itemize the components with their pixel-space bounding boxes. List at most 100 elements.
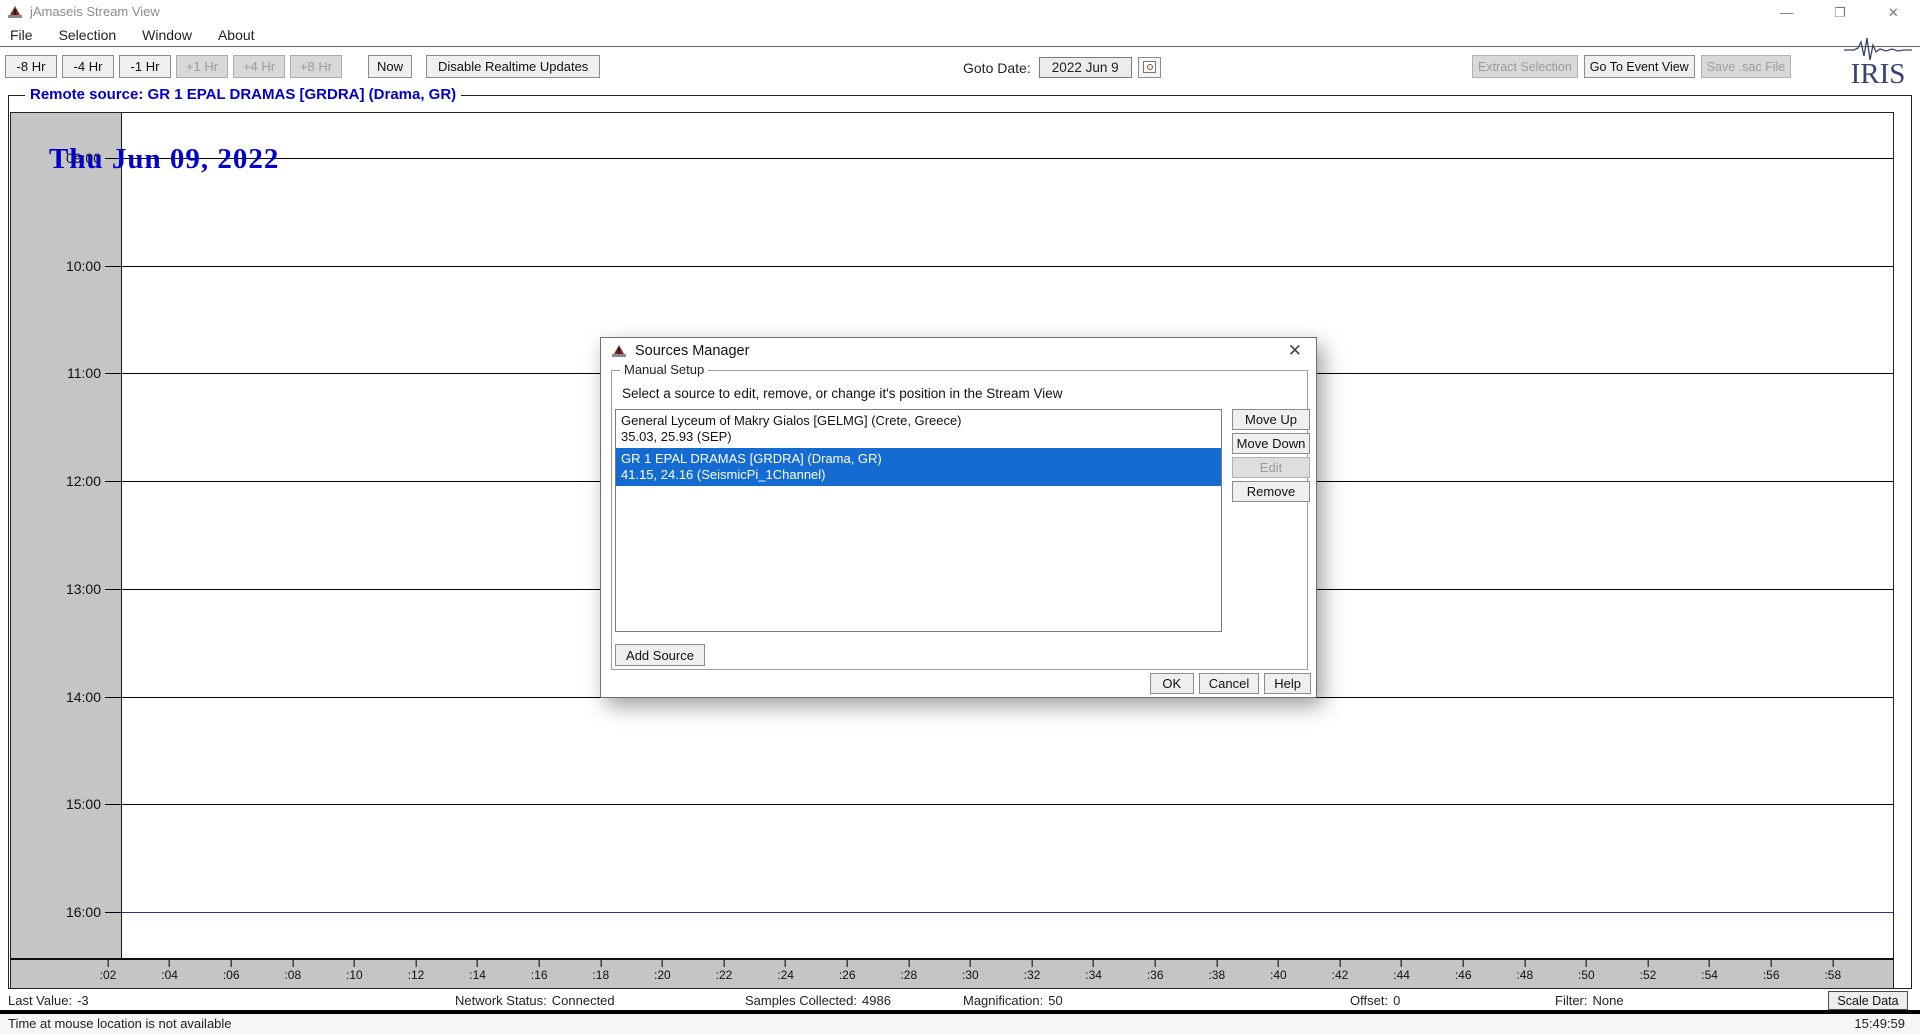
minimize-icon[interactable]: — — [1760, 0, 1813, 26]
list-action-button[interactable]: Remove — [1232, 481, 1310, 502]
dialog-footer-button[interactable]: Cancel — [1199, 673, 1259, 694]
minute-tick: :54 — [1701, 960, 1718, 982]
minute-tick: :40 — [1270, 960, 1287, 982]
scale-data-button[interactable]: Scale Data — [1828, 991, 1908, 1010]
menu-item[interactable]: Selection — [59, 27, 117, 43]
time-nav-button[interactable]: +1 Hr — [176, 55, 228, 78]
list-action-buttons: Move Up Move Down Edit Remove — [1232, 409, 1310, 529]
dialog-footer-button[interactable]: OK — [1150, 673, 1194, 694]
status-item-value: 4986 — [862, 993, 891, 1008]
remote-source-label: Remote source: GR 1 EPAL DRAMAS [GRDRA] … — [25, 86, 461, 103]
goto-date-field[interactable]: 2022 Jun 9 — [1039, 57, 1132, 78]
minute-tick-mark — [416, 960, 417, 967]
minute-tick: :44 — [1393, 960, 1410, 982]
minute-label: :04 — [161, 968, 178, 982]
time-nav-button[interactable]: +4 Hr — [233, 55, 285, 78]
minute-label: :30 — [962, 968, 979, 982]
iris-logo-text: IRIS — [1851, 58, 1906, 88]
minute-tick: :18 — [592, 960, 609, 982]
minute-label: :48 — [1516, 968, 1533, 982]
minute-label: :38 — [1208, 968, 1225, 982]
goto-date-label: Goto Date: — [963, 60, 1031, 76]
minute-label: :44 — [1393, 968, 1410, 982]
minute-tick: :22 — [716, 960, 733, 982]
minute-tick-mark — [785, 960, 786, 967]
action-button[interactable]: Save .sac File — [1701, 55, 1792, 78]
source-coordinates: 35.03, 25.93 (SEP) — [621, 429, 1216, 445]
minute-tick: :20 — [654, 960, 671, 982]
restore-icon[interactable]: ❐ — [1813, 0, 1866, 26]
time-nav-button[interactable]: Disable Realtime Updates — [426, 55, 600, 78]
time-nav-button[interactable]: Now — [368, 55, 412, 78]
time-nav-button[interactable]: +8 Hr — [290, 55, 342, 78]
dialog-titlebar[interactable]: Sources Manager ✕ — [601, 338, 1316, 364]
menu-item[interactable]: File — [10, 27, 33, 43]
minute-label: :50 — [1578, 968, 1595, 982]
minute-tick: :34 — [1085, 960, 1102, 982]
status-item: Samples Collected: 4986 — [745, 993, 891, 1008]
calendar-button[interactable] — [1138, 57, 1161, 78]
status-item-value: -3 — [77, 993, 89, 1008]
minute-label: :08 — [284, 968, 301, 982]
time-nav-button[interactable]: -4 Hr — [62, 55, 114, 78]
hour-label: 12:00 — [11, 473, 101, 489]
dialog-title: Sources Manager — [635, 343, 749, 359]
sources-listbox[interactable]: General Lyceum of Makry Gialos [GELMG] (… — [615, 409, 1222, 632]
minute-tick: :08 — [284, 960, 301, 982]
minute-tick-mark — [1586, 960, 1587, 967]
dialog-footer-button[interactable]: Help — [1264, 673, 1311, 694]
source-list-item[interactable]: General Lyceum of Makry Gialos [GELMG] (… — [616, 410, 1221, 448]
minute-label: :36 — [1147, 968, 1164, 982]
source-name: GR 1 EPAL DRAMAS [GRDRA] (Drama, GR) — [621, 451, 1216, 467]
minute-tick-mark — [354, 960, 355, 967]
menu-item[interactable]: Window — [142, 27, 192, 43]
hour-tick — [105, 266, 123, 267]
source-coordinates: 41.15, 24.16 (SeismicPi_1Channel) — [621, 467, 1216, 483]
status-item-label: Offset: — [1350, 993, 1388, 1008]
window-titlebar[interactable]: jAmaseis Stream View — ❐ ✕ — [0, 0, 1920, 24]
seismic-trace — [123, 266, 1893, 267]
source-list-item[interactable]: GR 1 EPAL DRAMAS [GRDRA] (Drama, GR) 41.… — [616, 448, 1221, 486]
clock: 15:49:59 — [1854, 1016, 1905, 1031]
toolbar: -8 Hr-4 Hr-1 Hr+1 Hr+4 Hr+8 Hr Now Disable… — [0, 48, 1920, 88]
minute-tick-mark — [292, 960, 293, 967]
minute-label: :20 — [654, 968, 671, 982]
menu-bar: File Selection Window About — [0, 24, 1920, 47]
list-action-button[interactable]: Move Down — [1232, 433, 1310, 454]
window-title: jAmaseis Stream View — [30, 4, 160, 19]
hour-tick — [105, 697, 123, 698]
menu-item[interactable]: About — [218, 27, 255, 43]
minute-tick-mark — [1832, 960, 1833, 967]
minute-label: :40 — [1270, 968, 1287, 982]
list-action-button[interactable]: Move Up — [1232, 409, 1310, 430]
action-buttons: Extract Selection Go To Event View Save .s… — [1472, 55, 1791, 78]
minute-label: :16 — [531, 968, 548, 982]
action-button[interactable]: Extract Selection — [1472, 55, 1578, 78]
hour-tick — [105, 804, 123, 805]
time-nav-buttons: -8 Hr-4 Hr-1 Hr+1 Hr+4 Hr+8 Hr Now Disable… — [5, 55, 600, 78]
action-button[interactable]: Go To Event View — [1584, 55, 1695, 78]
manual-setup-groupbox: Manual Setup Select a source to edit, re… — [611, 370, 1308, 670]
minute-label: :46 — [1455, 968, 1472, 982]
time-nav-button[interactable]: -1 Hr — [119, 55, 171, 78]
minute-tick-mark — [1648, 960, 1649, 967]
time-nav-button[interactable]: -8 Hr — [5, 55, 57, 78]
dialog-close-icon[interactable]: ✕ — [1288, 341, 1302, 361]
seismic-trace — [123, 158, 1893, 159]
minute-tick-mark — [1401, 960, 1402, 967]
minute-tick: :50 — [1578, 960, 1595, 982]
minute-label: :56 — [1763, 968, 1780, 982]
list-action-button[interactable]: Edit — [1232, 457, 1310, 478]
minute-tick: :46 — [1455, 960, 1472, 982]
hour-label: 13:00 — [11, 581, 101, 597]
seismic-trace — [123, 912, 1893, 913]
close-icon[interactable]: ✕ — [1867, 0, 1920, 26]
minute-label: :02 — [100, 968, 117, 982]
minute-tick-mark — [1155, 960, 1156, 967]
manual-setup-label: Manual Setup — [620, 362, 708, 377]
status-item: Magnification:50 — [963, 993, 1063, 1008]
status-item-label: Samples Collected: — [745, 993, 857, 1008]
hour-tick — [105, 481, 123, 482]
minute-label: :12 — [408, 968, 425, 982]
add-source-button[interactable]: Add Source — [615, 644, 705, 666]
